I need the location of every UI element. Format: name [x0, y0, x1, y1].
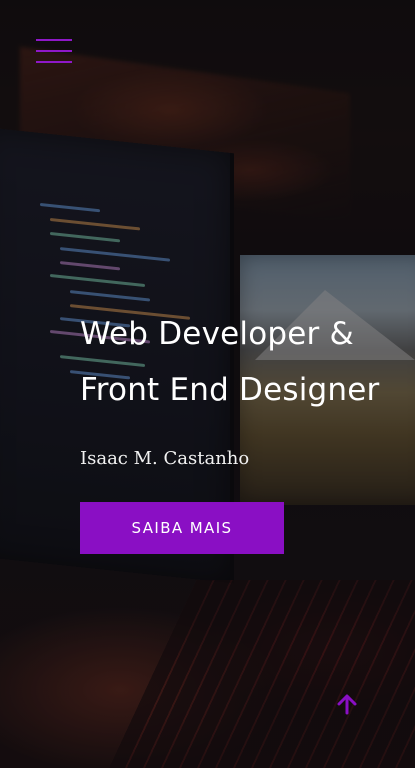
menu-bar — [36, 61, 72, 63]
hero-title: Web Developer & Front End Designer — [80, 306, 410, 418]
hero-subtitle: Isaac M. Castanho — [80, 448, 250, 469]
arrow-up-icon-svg — [337, 694, 357, 715]
arrow-up-icon[interactable] — [335, 692, 359, 716]
hero-title-line-1: Web Developer & — [80, 316, 354, 352]
menu-bar — [36, 39, 72, 41]
saiba-mais-button[interactable]: SAIBA MAIS — [80, 502, 284, 554]
hero-section: Web Developer & Front End Designer Isaac… — [0, 0, 415, 768]
hero-title-line-2: Front End Designer — [80, 372, 380, 408]
hamburger-menu-icon[interactable] — [36, 37, 72, 65]
menu-bar — [36, 50, 72, 52]
